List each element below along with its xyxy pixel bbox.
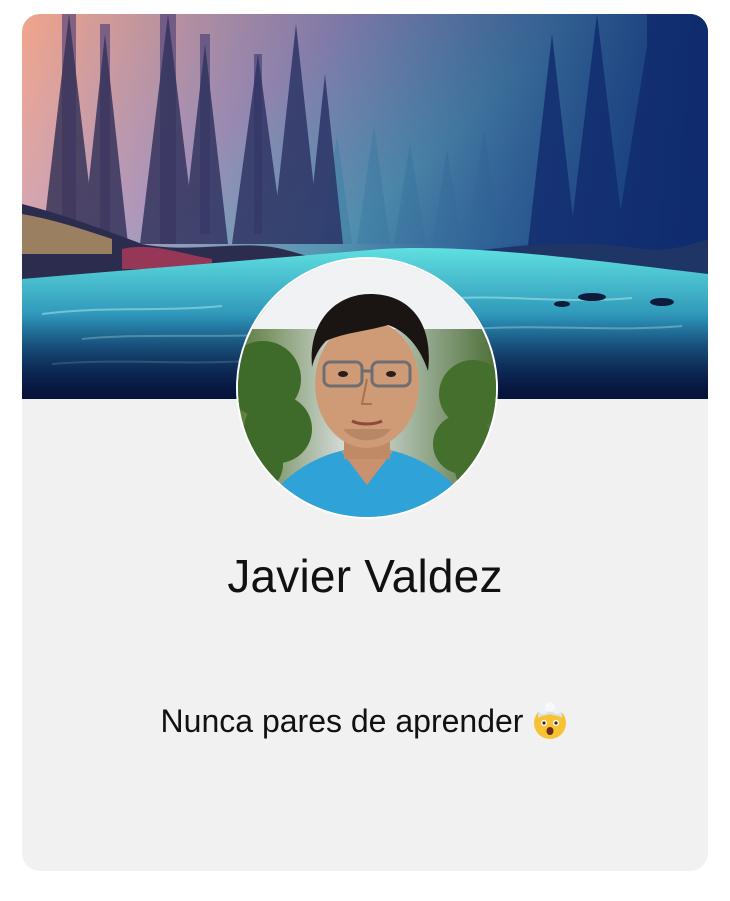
profile-avatar bbox=[236, 257, 498, 519]
profile-bio: Nunca pares de aprender bbox=[22, 702, 708, 740]
profile-bio-text: Nunca pares de aprender bbox=[160, 703, 524, 739]
profile-name: Javier Valdez bbox=[227, 550, 503, 602]
profile-card: Javier Valdez Nunca pares de aprender bbox=[22, 14, 708, 871]
exploding-head-emoji-icon bbox=[534, 702, 567, 739]
